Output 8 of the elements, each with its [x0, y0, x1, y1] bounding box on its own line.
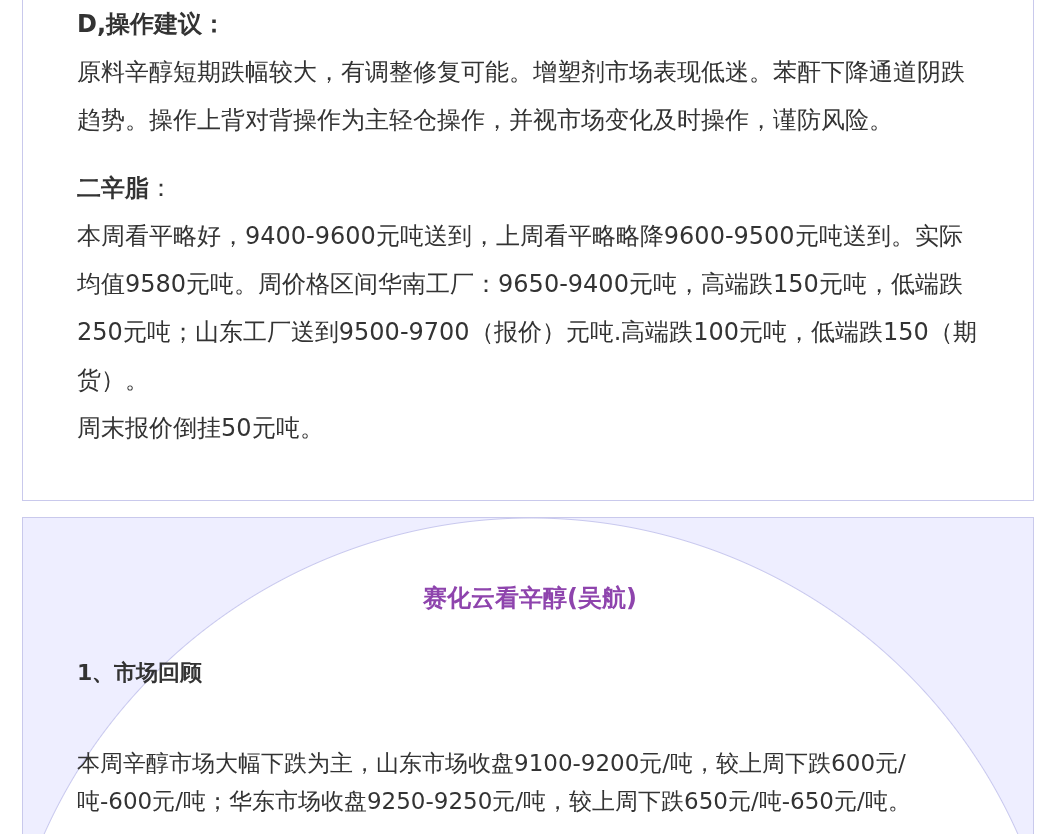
paragraph: 周末报价倒挂50元吨。: [77, 413, 325, 444]
section-heading: 1、市场回顾: [77, 659, 204, 687]
section-heading: D,操作建议：: [77, 9, 228, 40]
report-title: 赛化云看辛醇(吴航): [422, 583, 638, 614]
paragraph: 本周看平略好，9400-9600元吨送到，上周看平略略降9600-9500元吨送到。实际均值9580元吨。周价格区间华南工厂：9650-9400元吨，高端跌150元吨，低端跌250元吨；山东工厂送到9500-9700（报价）元吨.高端跌100元吨，低端跌150（期货）。: [77, 221, 977, 396]
paragraph: 原料辛醇短期跌幅较大，有调整修复可能。增塑剂市场表现低迷。苯酐下降通道阴跌趋势。操作上背对背操作为主轻仓操作，并视市场变化及时操作，谨防风险。: [77, 57, 966, 136]
section-heading: 二辛脂：: [77, 173, 174, 204]
paragraph: 本周辛醇市场大幅下跌为主，山东市场收盘9100-9200元/吨，较上周下跌600元/吨-600元/吨；华东市场收盘9250-9250元/吨，较上周下跌650元/吨-650元/吨。: [77, 749, 912, 816]
